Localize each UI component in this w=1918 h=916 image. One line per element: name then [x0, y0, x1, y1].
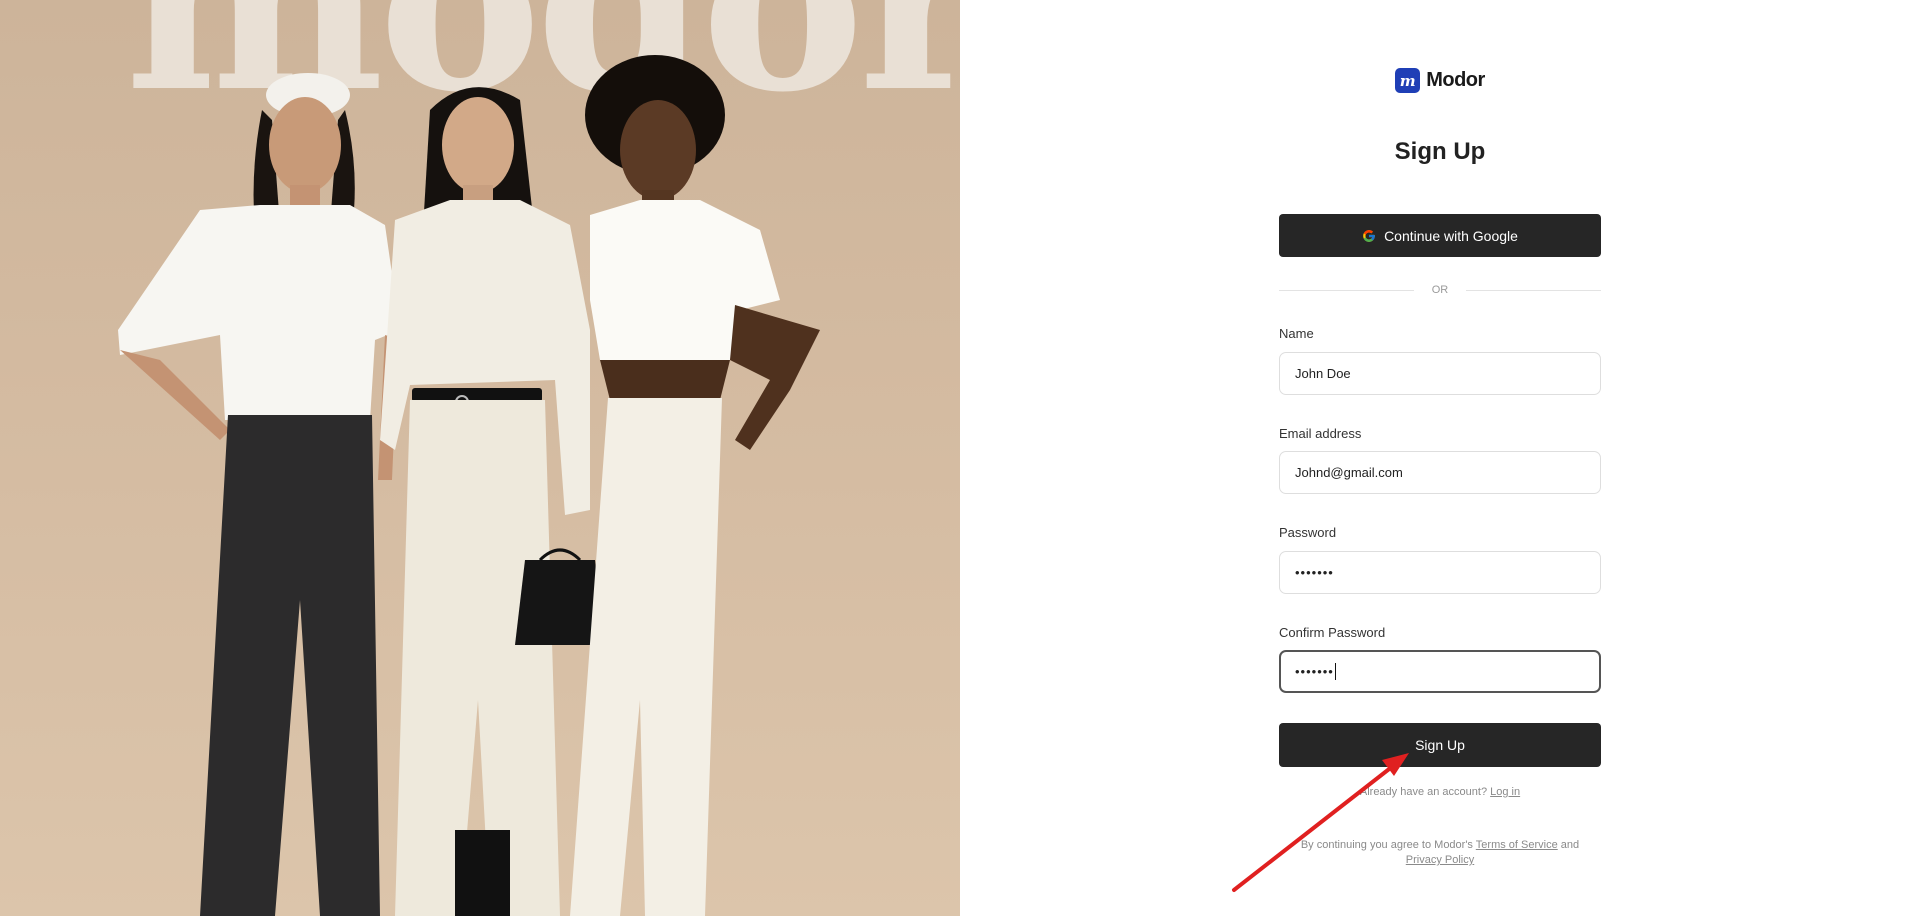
terms-of-service-link[interactable]: Terms of Service	[1476, 839, 1558, 851]
password-label: Password	[1279, 525, 1337, 540]
terms-notice: By continuing you agree to Modor's Terms…	[1279, 838, 1601, 868]
signup-page: modor m Modor Sign Up Continue with Goog…	[0, 0, 1918, 916]
name-value: John Doe	[1295, 366, 1351, 381]
terms-and: and	[1560, 839, 1580, 851]
brand[interactable]: m Modor	[1279, 68, 1601, 93]
page-title: Sign Up	[1394, 138, 1486, 165]
text-caret	[1334, 663, 1336, 680]
brand-name: Modor	[1426, 69, 1485, 91]
continue-with-google-button[interactable]: Continue with Google	[1279, 214, 1601, 257]
privacy-policy-link[interactable]: Privacy Policy	[1406, 854, 1474, 866]
login-prompt: Already have an account? Log in	[1279, 786, 1601, 798]
email-value: Johnd@gmail.com	[1295, 465, 1403, 480]
confirm-password-field[interactable]: •••••••	[1279, 650, 1601, 693]
divider-line-right	[1466, 289, 1601, 291]
sign-up-button-label: Sign Up	[1415, 737, 1465, 753]
or-divider: OR	[1279, 283, 1601, 297]
confirm-password-label: Confirm Password	[1279, 625, 1386, 640]
model-left	[118, 73, 400, 916]
google-button-label: Continue with Google	[1384, 227, 1518, 244]
hero-image: modor	[0, 0, 960, 916]
brand-logo-icon: m	[1395, 68, 1421, 93]
email-label: Email address	[1279, 426, 1362, 441]
model-center	[380, 87, 605, 916]
form-panel: m Modor Sign Up Continue with Google OR	[960, 0, 1918, 916]
confirm-password-value: •••••••	[1295, 664, 1334, 679]
password-field[interactable]: •••••••	[1279, 551, 1601, 594]
model-right	[570, 55, 820, 916]
login-prompt-text: Already have an account?	[1359, 786, 1488, 798]
name-field[interactable]: John Doe	[1279, 352, 1601, 395]
terms-prefix: By continuing you agree to Modor's	[1300, 839, 1473, 851]
name-label: Name	[1279, 326, 1314, 341]
divider-line-left	[1279, 289, 1414, 291]
email-field[interactable]: Johnd@gmail.com	[1279, 451, 1601, 494]
password-value: •••••••	[1295, 565, 1334, 580]
sign-up-button[interactable]: Sign Up	[1279, 723, 1601, 767]
google-icon	[1363, 229, 1375, 242]
divider-label: OR	[1431, 284, 1449, 296]
login-link[interactable]: Log in	[1490, 786, 1520, 798]
models-illustration	[118, 55, 820, 916]
